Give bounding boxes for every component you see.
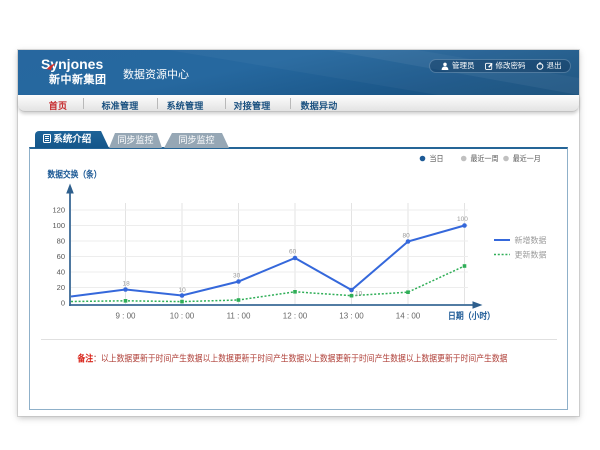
svg-text:60: 60 (289, 249, 297, 256)
svg-text:120: 120 (52, 206, 65, 215)
svg-text:60: 60 (57, 252, 65, 261)
svg-text:80: 80 (403, 233, 411, 240)
svg-text:100: 100 (52, 221, 65, 230)
svg-text:14 : 00: 14 : 00 (396, 312, 421, 321)
svg-text:11 : 00: 11 : 00 (227, 312, 251, 321)
svg-text:40: 40 (57, 268, 65, 277)
svg-text:9 : 00: 9 : 00 (115, 312, 136, 321)
svg-text:备注：以上数据更新于时间产生数据以上数据更新于时间产生数据以: 备注：以上数据更新于时间产生数据以上数据更新于时间产生数据以上数据更新于时间产生… (77, 353, 508, 364)
svg-text:0: 0 (61, 299, 65, 308)
svg-text:新增数据: 新增数据 (515, 235, 547, 245)
svg-text:最近一月: 最近一月 (513, 153, 541, 163)
svg-text:10 : 00: 10 : 00 (170, 312, 195, 321)
svg-text:12 : 00: 12 : 00 (283, 312, 308, 321)
svg-text:日期（小时）: 日期（小时） (448, 310, 495, 321)
svg-text:100: 100 (457, 216, 468, 223)
svg-text:13 : 00: 13 : 00 (339, 312, 364, 321)
svg-text:80: 80 (57, 237, 65, 246)
svg-text:20: 20 (57, 283, 65, 292)
svg-text:30: 30 (233, 273, 241, 280)
svg-text:数据交换（条）: 数据交换（条） (48, 169, 102, 180)
svg-text:当日: 当日 (430, 153, 444, 163)
svg-text:10: 10 (179, 287, 187, 294)
svg-text:18: 18 (123, 281, 131, 288)
svg-text:最近一周: 最近一周 (471, 153, 499, 163)
svg-text:10: 10 (355, 291, 363, 298)
svg-text:更新数据: 更新数据 (515, 250, 547, 260)
